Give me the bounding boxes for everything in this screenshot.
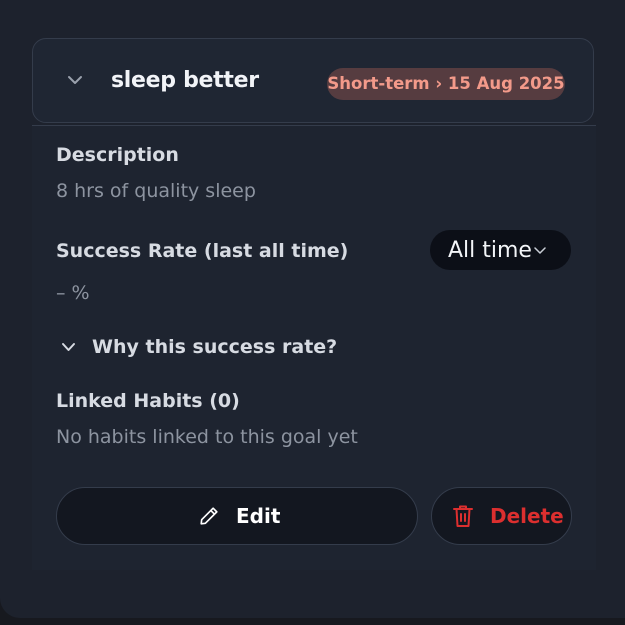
delete-button[interactable]: Delete	[431, 487, 572, 545]
chevron-down-icon[interactable]	[61, 342, 76, 352]
description-text: 8 hrs of quality sleep	[56, 180, 256, 202]
description-label: Description	[56, 144, 179, 166]
edit-button-label: Edit	[236, 504, 281, 528]
delete-button-label: Delete	[490, 504, 564, 528]
linked-habits-label: Linked Habits (0)	[56, 390, 240, 412]
success-rate-value: – %	[56, 282, 90, 304]
chevron-down-icon[interactable]	[67, 74, 83, 86]
goal-card-header[interactable]: sleep better Short-term › 15 Aug 2025	[32, 38, 594, 123]
period-select[interactable]: All time	[430, 230, 571, 270]
success-rate-label: Success Rate (last all time)	[56, 240, 349, 262]
linked-habits-empty: No habits linked to this goal yet	[56, 426, 358, 448]
goal-card-body: Description 8 hrs of quality sleep Succe…	[32, 125, 596, 570]
chevron-down-icon	[534, 247, 546, 254]
goal-term-badge: Short-term › 15 Aug 2025	[327, 68, 565, 100]
period-select-value: All time	[448, 238, 532, 263]
edit-button[interactable]: Edit	[56, 487, 418, 545]
goal-title: sleep better	[111, 68, 259, 93]
goal-panel: sleep better Short-term › 15 Aug 2025 De…	[0, 0, 625, 618]
trash-icon	[453, 505, 473, 527]
why-success-rate-toggle[interactable]: Why this success rate?	[92, 336, 337, 358]
pencil-icon	[200, 507, 218, 525]
